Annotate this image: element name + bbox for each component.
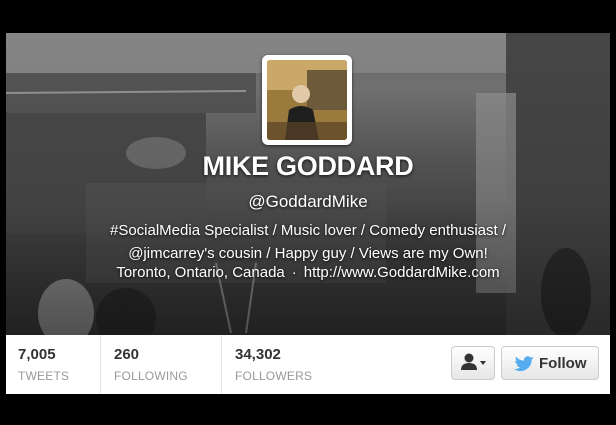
stat-label: FOLLOWERS <box>235 369 313 383</box>
follow-button[interactable]: Follow <box>501 346 599 380</box>
stat-label: FOLLOWING <box>114 369 188 383</box>
bio-line: @jimcarrey's cousin / Happy guy / Views … <box>128 245 488 262</box>
stat-label: TWEETS <box>18 369 70 383</box>
stat-followers[interactable]: 34,302 FOLLOWERS <box>223 335 353 394</box>
avatar-frame[interactable] <box>262 55 352 145</box>
profile-handle[interactable]: @GoddardMike <box>6 192 610 212</box>
profile-name: MIKE GODDARD <box>202 151 414 181</box>
profile-photo-icon <box>267 60 347 140</box>
profile-stats-bar: 7,005 TWEETS 260 FOLLOWING 34,302 FOLLOW… <box>6 335 610 394</box>
twitter-bird-icon <box>514 356 534 372</box>
profile-meta: Toronto, Ontario, Canada · http://www.Godd… <box>6 264 610 281</box>
user-dropdown-icon <box>461 353 486 370</box>
user-actions-button[interactable] <box>451 346 495 380</box>
profile-bio: #SocialMedia Specialist / Music lover / … <box>6 219 610 265</box>
meta-separator: · <box>291 264 297 281</box>
avatar <box>267 60 347 140</box>
profile-location: Toronto, Ontario, Canada <box>116 264 285 281</box>
bio-line: #SocialMedia Specialist / Music lover / … <box>109 222 506 239</box>
stat-value: 260 <box>114 346 140 363</box>
stat-value: 7,005 <box>18 346 56 363</box>
profile-header: MIKE GODDARD @GoddardMike #SocialMedia S… <box>6 33 610 335</box>
stat-value: 34,302 <box>235 346 281 363</box>
stat-tweets[interactable]: 7,005 TWEETS <box>6 335 101 394</box>
stat-following[interactable]: 260 FOLLOWING <box>102 335 222 394</box>
profile-card: MIKE GODDARD @GoddardMike #SocialMedia S… <box>6 33 610 394</box>
profile-website-link[interactable]: http://www.GoddardMike.com <box>304 264 500 281</box>
follow-button-label: Follow <box>539 355 587 372</box>
